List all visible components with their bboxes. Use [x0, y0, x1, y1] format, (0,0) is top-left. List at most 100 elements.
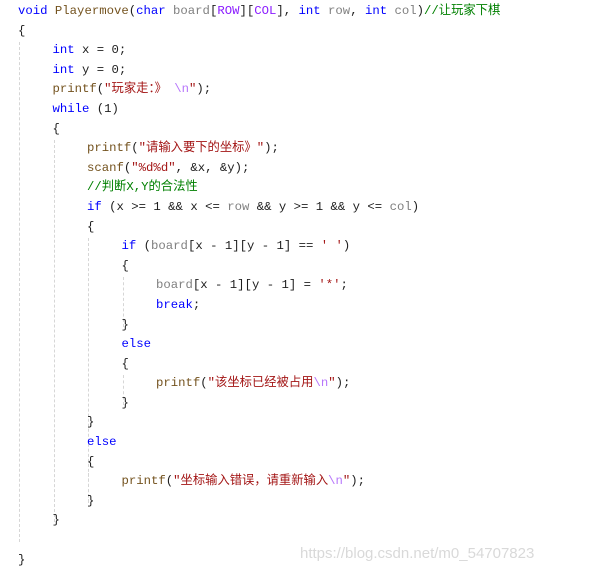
code-text: ( — [200, 376, 208, 391]
keyword: break — [156, 297, 193, 312]
code-line[interactable]: else — [18, 433, 500, 453]
code-text: (x >= 1 && x <= — [101, 199, 228, 214]
keyword: else — [87, 435, 117, 450]
code-line[interactable]: printf("坐标输入错误，请重新输入\n"); — [18, 472, 500, 492]
keyword: void — [18, 4, 48, 18]
code-text: , — [350, 4, 365, 18]
code-line[interactable]: printf("该坐标已经被占用\n"); — [18, 374, 500, 394]
parameter: board — [173, 4, 210, 18]
code-line[interactable]: { — [18, 120, 500, 140]
code-line[interactable]: } — [18, 492, 500, 512]
code-text: (1) — [89, 101, 119, 116]
function-name: printf — [121, 474, 166, 489]
code-lines: void Playermove(char board[ROW][COL], in… — [18, 2, 500, 570]
code-line[interactable]: break; — [18, 296, 500, 316]
code-text: ; — [340, 278, 348, 293]
code-line[interactable]: scanf("%d%d", &x, &y); — [18, 159, 500, 179]
code-text: } — [52, 513, 60, 528]
code-text: } — [121, 395, 129, 410]
code-text: ; — [192, 297, 201, 312]
code-line[interactable]: { — [18, 355, 500, 375]
code-text: ) — [416, 4, 425, 18]
code-text: [x - 1][y - 1] == — [187, 239, 321, 254]
code-text: } — [87, 493, 95, 508]
function-name: printf — [87, 141, 132, 156]
keyword: int — [52, 43, 75, 58]
code-line[interactable]: } — [18, 511, 500, 531]
code-text: , &x, &y); — [175, 160, 250, 175]
code-text: ) — [411, 199, 420, 214]
code-text: { — [52, 121, 60, 136]
keyword: else — [121, 337, 152, 352]
code-text: x = 0; — [74, 43, 127, 58]
code-line[interactable]: void Playermove(char board[ROW][COL], in… — [18, 2, 500, 22]
code-text: ( — [131, 141, 139, 156]
code-text: { — [18, 23, 26, 38]
code-line[interactable]: while (1) — [18, 100, 500, 120]
keyword: int — [364, 4, 388, 18]
code-line[interactable]: if (board[x - 1][y - 1] == ' ') — [18, 237, 500, 257]
code-text: ][ — [239, 4, 255, 18]
code-text: ( — [128, 4, 137, 18]
code-text: { — [87, 219, 95, 234]
parameter: col — [394, 4, 417, 18]
code-line[interactable]: { — [18, 453, 500, 473]
code-text: && y >= 1 && y <= — [249, 199, 390, 214]
macro: COL — [254, 4, 277, 18]
watermark: https://blog.csdn.net/m0_54707823 — [300, 545, 535, 562]
code-text: { — [87, 454, 95, 469]
keyword: int — [52, 62, 75, 77]
code-text: ) — [342, 239, 351, 254]
string-literal: ' ' — [320, 239, 343, 254]
code-text: { — [121, 356, 129, 371]
code-line[interactable]: } — [18, 316, 500, 336]
string-literal: " — [328, 376, 336, 391]
code-text: ); — [350, 474, 366, 489]
code-line[interactable]: board[x - 1][y - 1] = '*'; — [18, 276, 500, 296]
code-line[interactable]: //判断X,Y的合法性 — [18, 178, 500, 198]
code-text: } — [87, 415, 95, 430]
code-line[interactable]: { — [18, 218, 500, 238]
code-line[interactable]: if (x >= 1 && x <= row && y >= 1 && y <=… — [18, 198, 500, 218]
string-literal: "坐标输入错误，请重新输入 — [173, 474, 329, 489]
comment: //让玩家下棋 — [424, 4, 501, 18]
function-name: printf — [52, 82, 97, 97]
code-text: ); — [264, 141, 279, 156]
code-line[interactable]: int y = 0; — [18, 61, 500, 81]
keyword: char — [136, 4, 166, 18]
string-literal: "请输入要下的坐标》" — [138, 141, 265, 156]
escape-sequence: \n — [328, 474, 343, 489]
code-line[interactable]: { — [18, 257, 500, 277]
keyword: int — [298, 4, 321, 18]
code-line[interactable]: int x = 0; — [18, 41, 500, 61]
parameter: col — [389, 199, 412, 214]
parameter: board — [151, 239, 188, 254]
string-literal: "该坐标已经被占用 — [207, 376, 314, 391]
code-line[interactable]: printf("请输入要下的坐标》"); — [18, 139, 500, 159]
function-name: Playermove — [54, 4, 129, 18]
code-line[interactable]: printf("玩家走：》 \n"); — [18, 80, 500, 100]
escape-sequence: \n — [174, 82, 190, 97]
parameter: row — [328, 4, 351, 18]
function-name: printf — [156, 376, 201, 391]
code-text: [x - 1][y - 1] = — [192, 278, 319, 293]
code-line[interactable]: else — [18, 335, 500, 355]
function-name: scanf — [87, 160, 124, 175]
code-text: } — [121, 317, 129, 332]
code-editor[interactable]: void Playermove(char board[ROW][COL], in… — [18, 2, 500, 570]
keyword: while — [52, 101, 90, 116]
string-literal: '*' — [318, 278, 341, 293]
code-text: ); — [335, 376, 351, 391]
code-line[interactable]: } — [18, 413, 500, 433]
code-text: y = 0; — [74, 62, 127, 77]
code-line[interactable]: { — [18, 22, 500, 42]
code-text: { — [121, 258, 129, 273]
code-line[interactable]: } — [18, 394, 500, 414]
string-literal: "玩家走：》 — [104, 82, 175, 97]
parameter: board — [156, 278, 193, 293]
macro: ROW — [217, 4, 240, 18]
keyword: if — [87, 199, 102, 214]
